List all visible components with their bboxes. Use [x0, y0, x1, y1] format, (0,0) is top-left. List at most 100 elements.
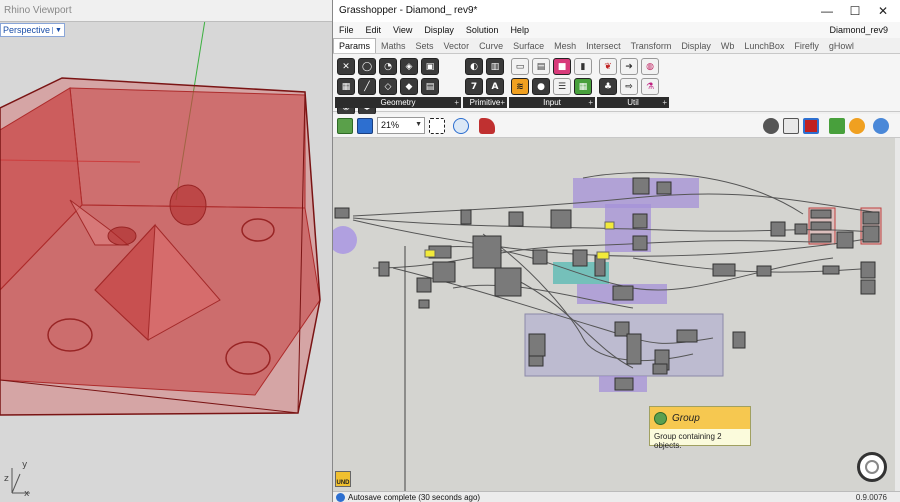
- component[interactable]: [652, 363, 668, 375]
- menu-display[interactable]: Display: [418, 25, 460, 35]
- vertical-scrollbar[interactable]: [895, 138, 900, 491]
- cherry-icon[interactable]: ❦: [599, 58, 617, 75]
- grasshopper-window[interactable]: Grasshopper - Diamond_ rev9* — ☐ ✕ File …: [332, 0, 900, 502]
- tab-mesh[interactable]: Mesh: [549, 39, 581, 53]
- material-icon[interactable]: [849, 118, 865, 134]
- component[interactable]: [550, 209, 572, 229]
- yellow-panel[interactable]: [604, 221, 615, 230]
- box-param-icon[interactable]: ▣: [421, 58, 439, 75]
- component[interactable]: [862, 211, 880, 225]
- menu-solution[interactable]: Solution: [460, 25, 505, 35]
- component[interactable]: [614, 377, 634, 391]
- tab-sets[interactable]: Sets: [411, 39, 439, 53]
- zoom-extents-icon[interactable]: [429, 118, 445, 134]
- component[interactable]: [572, 249, 588, 267]
- rhino-3d-view[interactable]: [0, 0, 332, 502]
- yellow-panel[interactable]: [424, 249, 436, 258]
- tab-surface[interactable]: Surface: [508, 39, 549, 53]
- component[interactable]: [416, 277, 432, 293]
- minimize-button[interactable]: —: [813, 2, 841, 20]
- save-file-icon[interactable]: [357, 118, 373, 134]
- chevron-down-icon[interactable]: ▼: [52, 26, 62, 34]
- component[interactable]: [432, 261, 456, 283]
- component[interactable]: [532, 249, 548, 265]
- component[interactable]: [860, 279, 876, 295]
- component[interactable]: [418, 299, 430, 309]
- menu-edit[interactable]: Edit: [360, 25, 388, 35]
- panel-expand-icon[interactable]: +: [500, 97, 505, 108]
- point-param-icon[interactable]: ✕: [337, 58, 355, 75]
- component[interactable]: [528, 355, 544, 367]
- text-param-icon[interactable]: A: [486, 78, 504, 95]
- close-button[interactable]: ✕: [869, 2, 897, 20]
- component[interactable]: [612, 285, 634, 301]
- component[interactable]: [794, 223, 808, 235]
- selected-preview-icon[interactable]: [829, 118, 845, 134]
- button-icon[interactable]: ●: [532, 78, 550, 95]
- component[interactable]: [756, 265, 772, 277]
- arrow-right-icon[interactable]: ➜: [620, 58, 638, 75]
- component[interactable]: [632, 235, 648, 251]
- tab-firefly[interactable]: Firefly: [789, 39, 824, 53]
- boolean-param-icon[interactable]: ◐: [465, 58, 483, 75]
- component[interactable]: [860, 261, 876, 279]
- component[interactable]: [770, 221, 786, 237]
- component[interactable]: [676, 329, 698, 343]
- component[interactable]: [656, 181, 672, 195]
- tab-curve[interactable]: Curve: [474, 39, 508, 53]
- arc-param-icon[interactable]: ◔: [379, 58, 397, 75]
- tab-vector[interactable]: Vector: [439, 39, 475, 53]
- number-param-icon[interactable]: 7: [465, 78, 483, 95]
- viewport-name-tab[interactable]: Perspective ▼: [0, 23, 65, 37]
- component[interactable]: [836, 231, 854, 249]
- component[interactable]: [810, 209, 832, 219]
- graph-mapper-icon[interactable]: ≋: [511, 78, 529, 95]
- gh-canvas[interactable]: Group Group containing 2 objects. UND: [333, 138, 895, 491]
- tab-transform[interactable]: Transform: [626, 39, 677, 53]
- component[interactable]: [334, 207, 350, 219]
- component[interactable]: [632, 177, 650, 195]
- menu-file[interactable]: File: [333, 25, 360, 35]
- panel-expand-icon[interactable]: +: [454, 97, 459, 108]
- menu-help[interactable]: Help: [504, 25, 535, 35]
- component[interactable]: [378, 261, 390, 277]
- component[interactable]: [460, 209, 472, 225]
- shaded-preview-icon[interactable]: [803, 118, 819, 134]
- line-param-icon[interactable]: ╱: [358, 78, 376, 95]
- open-file-icon[interactable]: [337, 118, 353, 134]
- panel-expand-icon[interactable]: +: [588, 97, 593, 108]
- preview-off-icon[interactable]: [763, 118, 779, 134]
- tab-wb[interactable]: Wb: [716, 39, 740, 53]
- vector-param-icon[interactable]: ▤: [421, 78, 439, 95]
- paint-brush-icon[interactable]: [479, 118, 495, 134]
- undo-button[interactable]: UND: [335, 471, 351, 487]
- curve-param-icon[interactable]: ◈: [400, 58, 418, 75]
- gradient-icon[interactable]: ▦: [574, 78, 592, 95]
- component-graph[interactable]: [333, 138, 895, 491]
- component[interactable]: [626, 333, 642, 365]
- component[interactable]: [528, 333, 546, 357]
- component[interactable]: [508, 211, 524, 227]
- display-globe-icon[interactable]: [873, 118, 889, 134]
- plane-param-icon[interactable]: ◇: [379, 78, 397, 95]
- toggle-icon[interactable]: ▮: [574, 58, 592, 75]
- tab-maths[interactable]: Maths: [376, 39, 411, 53]
- flask-icon[interactable]: ⚗: [641, 78, 659, 95]
- component[interactable]: [862, 225, 880, 243]
- component[interactable]: [810, 221, 832, 231]
- arrow-outline-icon[interactable]: ⇨: [620, 78, 638, 95]
- panel-expand-icon[interactable]: +: [662, 97, 667, 108]
- yellow-panel[interactable]: [596, 251, 610, 260]
- tab-params[interactable]: Params: [333, 38, 377, 53]
- surface-param-icon[interactable]: ◆: [400, 78, 418, 95]
- chevron-down-icon[interactable]: ▼: [415, 121, 422, 128]
- panel-icon[interactable]: ▤: [532, 58, 550, 75]
- component[interactable]: [494, 267, 522, 297]
- tree-icon[interactable]: ♣: [599, 78, 617, 95]
- tab-intersect[interactable]: Intersect: [581, 39, 626, 53]
- circle-param-icon[interactable]: ◯: [358, 58, 376, 75]
- wireframe-icon[interactable]: [783, 118, 799, 134]
- zoom-select[interactable]: 21% ▼: [377, 117, 425, 134]
- component[interactable]: [732, 331, 746, 349]
- integer-param-icon[interactable]: ▥: [486, 58, 504, 75]
